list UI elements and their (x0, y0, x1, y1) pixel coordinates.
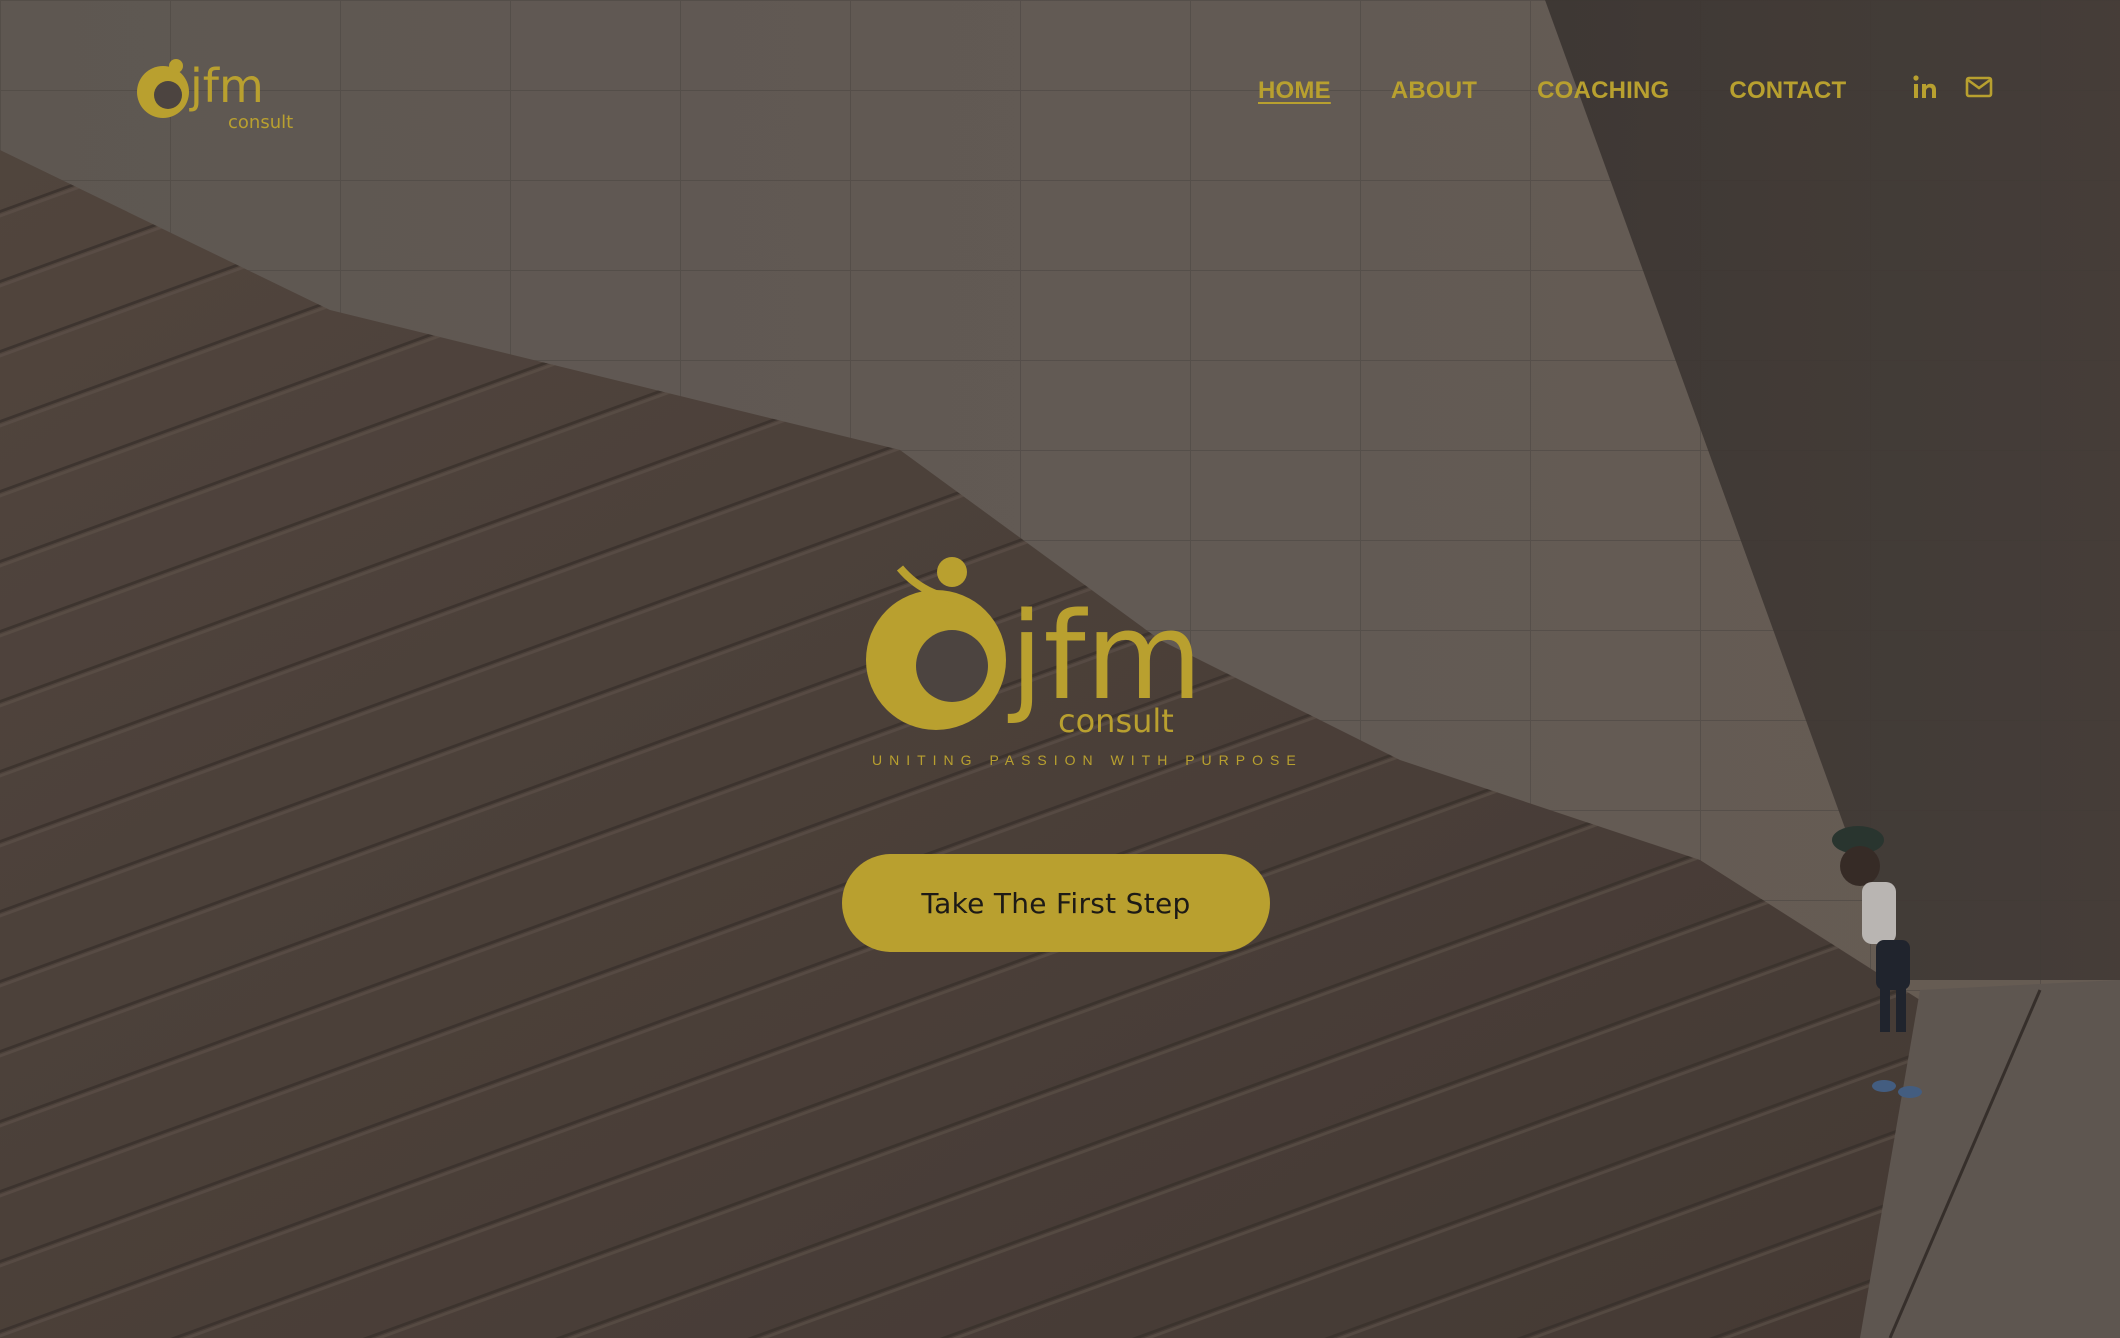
header-logo-wordmark: jfm (189, 59, 264, 113)
mail-icon[interactable] (1964, 72, 1994, 102)
hero-logo: jfm consult (860, 548, 1260, 778)
header-logo-subword: consult (228, 112, 293, 133)
nav-about-link[interactable]: ABOUT (1391, 74, 1477, 108)
social-links (1910, 72, 1994, 102)
header-logo[interactable]: jfm consult (128, 40, 328, 140)
nav-contact-link[interactable]: CONTACT (1729, 74, 1846, 108)
take-first-step-button[interactable]: Take The First Step (842, 854, 1270, 952)
cta-label: Take The First Step (921, 886, 1191, 920)
hero-tagline: UNITING PASSION WITH PURPOSE (872, 752, 1303, 768)
linkedin-icon[interactable] (1910, 72, 1940, 102)
nav-home-link[interactable]: HOME (1258, 74, 1331, 108)
hero-logo-subword: consult (1058, 702, 1174, 740)
main-nav: HOME ABOUT COACHING CONTACT (1258, 74, 1906, 108)
nav-coaching-link[interactable]: COACHING (1537, 74, 1669, 108)
jfm-logo-mark: jfm consult (137, 59, 293, 133)
jfm-hero-logo-mark: jfm consult (866, 557, 1202, 740)
page: jfm consult HOME ABOUT COACHING CONTACT (0, 0, 2120, 1338)
